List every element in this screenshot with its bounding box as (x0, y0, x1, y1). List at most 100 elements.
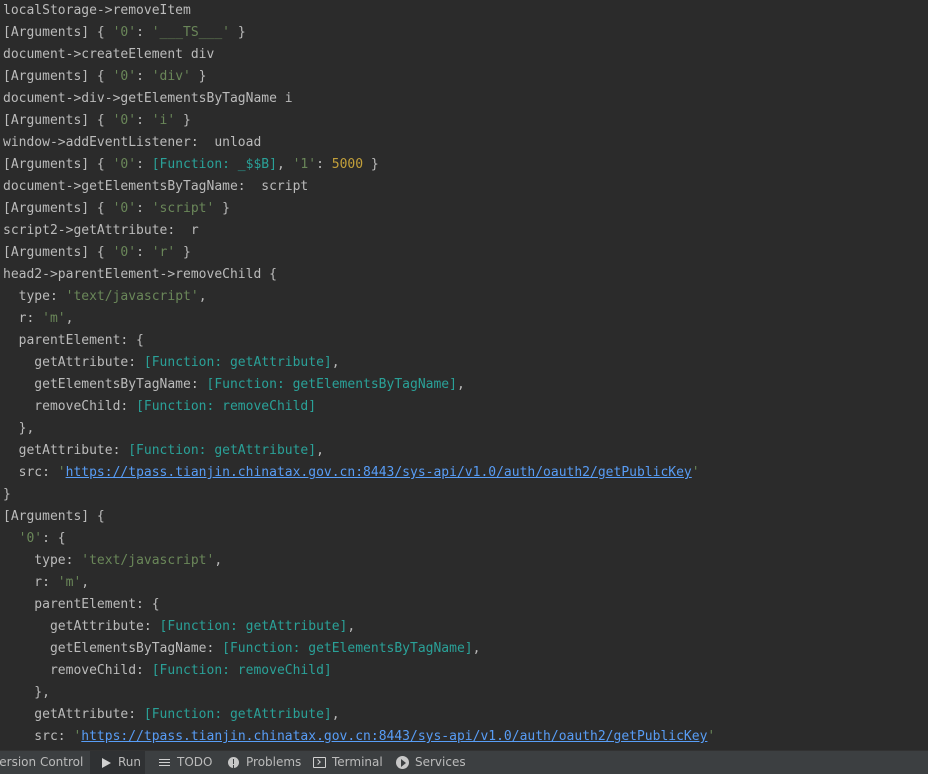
console-token: [Function: getAttribute] (143, 707, 332, 722)
console-line: [Arguments] { '0': '___TS___' } (3, 22, 246, 44)
console-token: parentElement: { (3, 597, 160, 612)
console-token: r: (3, 575, 58, 590)
console-token: } (190, 69, 207, 84)
console-token: [Function: removeChild] (151, 663, 332, 678)
console-token: , (316, 443, 324, 458)
console-token: [Arguments] { (3, 509, 105, 524)
console-line: getAttribute: [Function: getAttribute], (3, 616, 355, 638)
console-token: '0' (112, 25, 137, 40)
console-token: '0' (112, 245, 137, 260)
console-token: 'r' (151, 245, 176, 260)
terminal-icon (313, 756, 327, 770)
console-token: ' (57, 465, 66, 480)
console-line: [Arguments] { '0': 'script' } (3, 198, 230, 220)
console-token: , (331, 355, 340, 370)
console-token: getAttribute: (3, 619, 160, 634)
console-token: : (136, 69, 152, 84)
console-token: [Arguments] { (3, 69, 113, 84)
console-token: 'm' (57, 575, 82, 590)
tab-todo[interactable]: TODO (158, 751, 212, 774)
console-token: src: (3, 729, 74, 744)
tab-services[interactable]: Services (396, 751, 466, 774)
console-token: , (65, 311, 74, 326)
console-token: [Function: getAttribute] (128, 443, 317, 458)
tab-services-label: Services (415, 755, 466, 769)
console-token: [Function: getElementsByTagName] (222, 641, 473, 656)
tab-version-control-label: Version Control (0, 755, 84, 769)
console-token: : (136, 201, 152, 216)
console-link[interactable]: https://tpass.tianjin.chinatax.gov.cn:84… (81, 729, 707, 744)
console-line: [Arguments] { '0': [Function: _$$B], '1'… (3, 154, 379, 176)
console-line: getAttribute: [Function: getAttribute], (3, 440, 324, 462)
console-line: window->addEventListener: unload (3, 132, 261, 154)
console-token: [Arguments] { (3, 157, 113, 172)
console-token: type: (3, 289, 66, 304)
console-token: '0' (112, 113, 137, 128)
console-token: }, (3, 421, 35, 436)
console-token: '0' (18, 531, 43, 546)
console-token: src: (3, 465, 58, 480)
console-token: getElementsByTagName: (3, 641, 223, 656)
console-line: removeChild: [Function: removeChild] (3, 660, 332, 682)
console-token: [Function: getElementsByTagName] (206, 377, 457, 392)
console-line: }, (3, 682, 50, 704)
console-line: removeChild: [Function: removeChild] (3, 396, 316, 418)
console-line: localStorage->removeItem (3, 0, 191, 22)
console-token: window->addEventListener: unload (3, 135, 262, 150)
console-line: [Arguments] { '0': 'div' } (3, 66, 207, 88)
console-line: getAttribute: [Function: getAttribute], (3, 704, 339, 726)
console-line: getElementsByTagName: [Function: getElem… (3, 374, 465, 396)
console-token: [Function: _$$B] (151, 157, 277, 172)
console-token: getAttribute: (3, 443, 129, 458)
console-line: }, (3, 418, 35, 440)
console-token (3, 531, 19, 546)
tab-problems[interactable]: Problems (227, 751, 301, 774)
tab-run-label: Run (118, 755, 142, 769)
console-token: type: (3, 553, 82, 568)
console-line: src: 'https://tpass.tianjin.chinatax.gov… (3, 462, 700, 484)
console-line: type: 'text/javascript', (3, 550, 222, 572)
console-token: : (136, 245, 152, 260)
console-token: [Function: removeChild] (136, 399, 317, 414)
console-token: 5000 (331, 157, 364, 172)
tab-run[interactable]: Run (90, 751, 145, 774)
console-token: } (363, 157, 379, 172)
console-token: head2->parentElement->removeChild { (3, 267, 277, 282)
console-token: } (230, 25, 246, 40)
console-line: getElementsByTagName: [Function: getElem… (3, 638, 480, 660)
console-token: '1' (292, 157, 317, 172)
console-token: } (3, 487, 11, 502)
console-token: removeChild: (3, 399, 137, 414)
console-token: removeChild: (3, 663, 152, 678)
tab-version-control[interactable]: Version Control (0, 751, 83, 774)
console-link[interactable]: https://tpass.tianjin.chinatax.gov.cn:84… (66, 465, 692, 480)
console-line: [Arguments] { '0': 'r' } (3, 242, 191, 264)
console-token: 'text/javascript' (65, 289, 199, 304)
console-line: head2->parentElement->removeChild { (3, 264, 277, 286)
console-line: r: 'm', (3, 308, 74, 330)
console-token: document->createElement div (3, 47, 215, 62)
console-line: document->getElementsByTagName: script (3, 176, 308, 198)
console-line: script2->getAttribute: r (3, 220, 199, 242)
console-token: , (472, 641, 481, 656)
console-token: 'm' (42, 311, 66, 326)
console-line: type: 'text/javascript', (3, 286, 207, 308)
console-token: document->div->getElementsByTagName i (3, 91, 293, 106)
console-token: parentElement: { (3, 333, 144, 348)
console-token: localStorage->removeItem (3, 3, 191, 18)
tab-problems-label: Problems (246, 755, 302, 769)
console-token: }, (3, 685, 50, 700)
console-token: 'text/javascript' (81, 553, 215, 568)
tab-terminal[interactable]: Terminal (313, 751, 383, 774)
console-token: , (456, 377, 465, 392)
console-line: '0': { (3, 528, 66, 550)
console-token: '0' (112, 69, 137, 84)
console-line: document->createElement div (3, 44, 214, 66)
console-token: 'div' (151, 69, 191, 84)
console-token: : (316, 157, 332, 172)
console-token: , (81, 575, 90, 590)
run-console-output[interactable]: localStorage->removeItem [Arguments] { '0… (0, 0, 928, 750)
console-token: getAttribute: (3, 355, 144, 370)
console-token: document->getElementsByTagName: script (3, 179, 309, 194)
console-token: 'script' (151, 201, 215, 216)
